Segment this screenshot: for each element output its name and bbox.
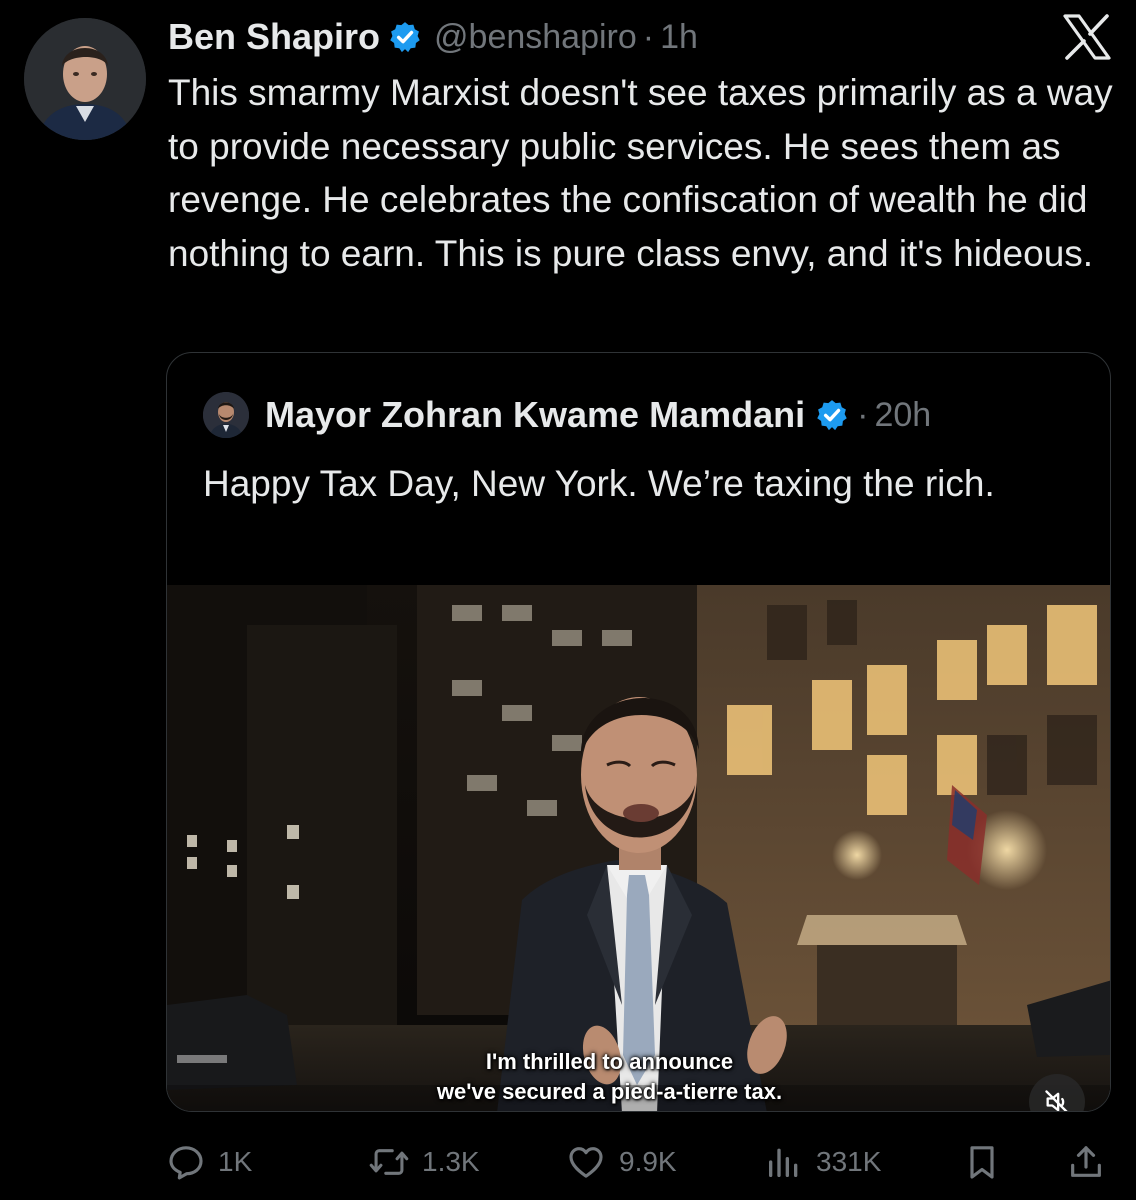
caption-line: we've secured a pied-a-tierre tax. [436,1079,783,1104]
views-icon [769,1148,798,1177]
reply-count: 1K [218,1146,253,1177]
views-button[interactable]: 331K [764,1140,881,1184]
quoted-tweet-card[interactable]: Mayor Zohran Kwame Mamdani · 20h Happy T… [166,352,1111,1112]
repost-icon [369,1149,409,1175]
author-avatar[interactable] [24,18,146,140]
quoted-author-avatar [203,392,249,438]
like-button[interactable]: 9.9K [565,1140,677,1184]
share-icon [1071,1146,1101,1177]
views-count: 331K [816,1146,882,1177]
caption-line: I'm thrilled to announce [485,1049,734,1074]
video-player[interactable]: I'm thrilled to announce we've secured a… [167,585,1110,1111]
speaker-muted-icon [1045,1090,1068,1111]
share-button[interactable] [1066,1140,1106,1184]
quoted-tweet-timestamp[interactable]: 20h [874,396,931,435]
quoted-tweet-header: Mayor Zohran Kwame Mamdani · 20h [203,389,931,441]
separator-dot: · [642,17,655,56]
separator-dot: · [857,395,869,434]
reply-button[interactable]: 1K [166,1140,252,1184]
bookmark-icon [970,1146,994,1179]
video-caption: I'm thrilled to announce we've secured a… [167,1047,1110,1107]
tweet-text: This smarmy Marxist doesn't see taxes pr… [168,72,1113,274]
reply-icon [169,1146,203,1180]
author-display-name[interactable]: Ben Shapiro [168,16,380,58]
like-count: 9.9K [619,1146,677,1177]
quoted-author-display-name[interactable]: Mayor Zohran Kwame Mamdani [265,394,805,436]
tweet-header: Ben Shapiro @benshapiro · 1h [168,14,698,60]
repost-button[interactable]: 1.3K [368,1140,480,1184]
author-handle[interactable]: @benshapiro [434,18,637,57]
tweet-timestamp[interactable]: 1h [660,18,698,57]
bookmark-button[interactable] [962,1140,1002,1184]
repost-count: 1.3K [422,1146,480,1177]
tweet-action-bar: 1K 1.3K 9.9K 331K [0,1132,1136,1192]
x-logo-icon [1063,14,1111,60]
verified-badge-icon [817,400,847,431]
heart-icon [569,1147,603,1178]
verified-badge-icon [390,22,420,53]
video-frame [167,585,1110,1111]
quoted-tweet-text: Happy Tax Day, New York. We’re taxing th… [203,463,995,504]
